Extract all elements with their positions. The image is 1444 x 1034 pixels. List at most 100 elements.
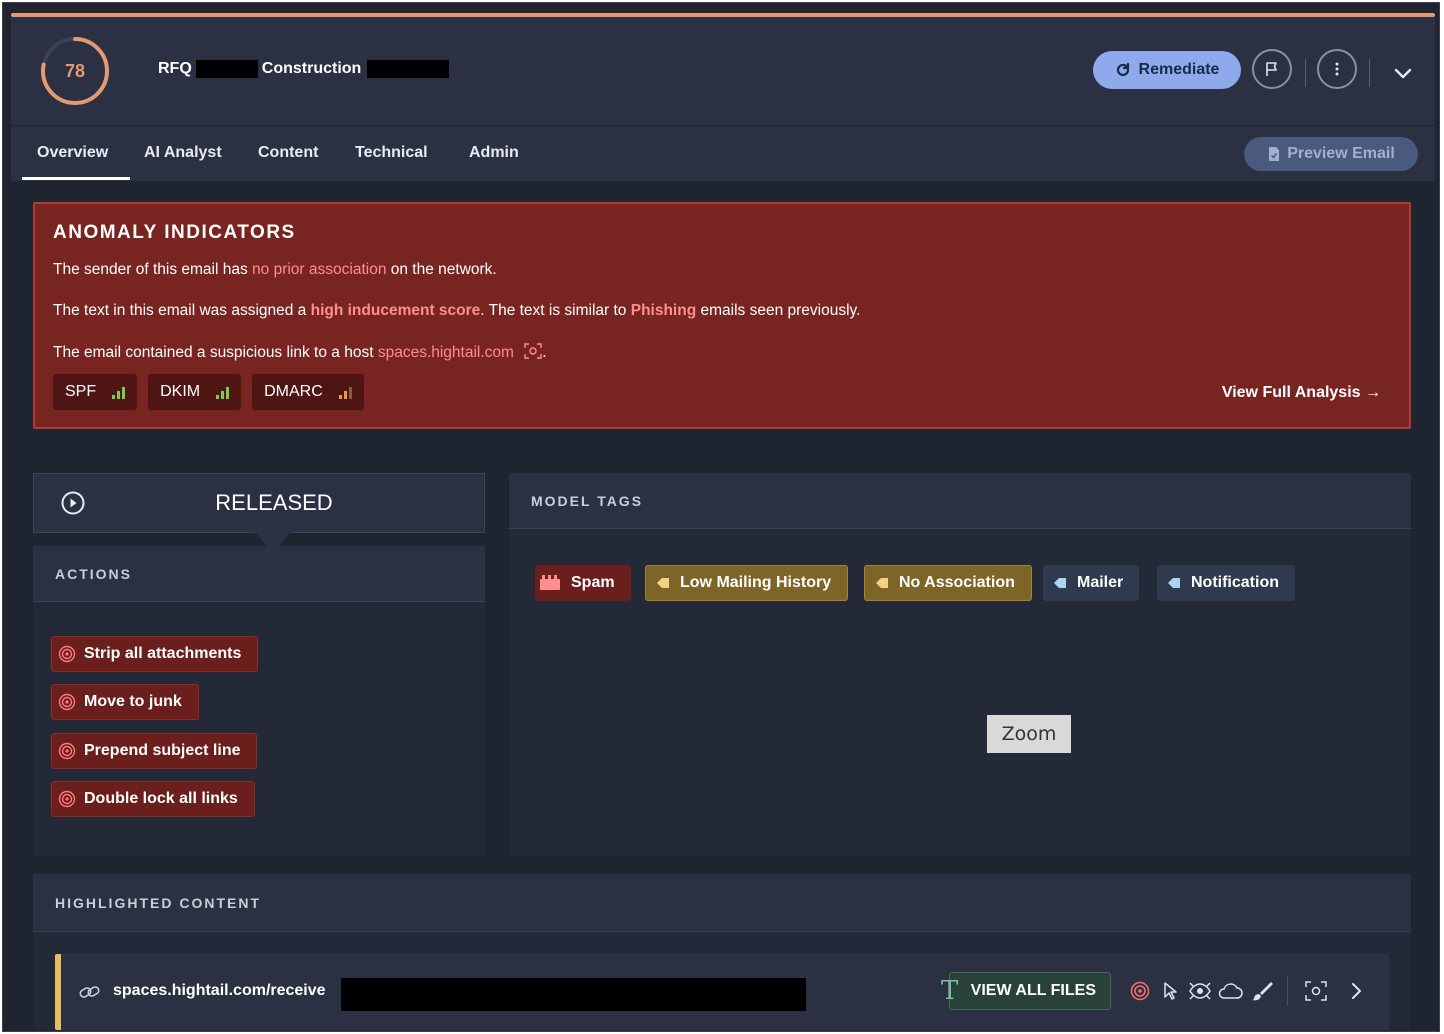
tag-icon xyxy=(657,578,669,588)
action-label: Strip all attachments xyxy=(84,645,242,662)
highlighted-content-panel: HIGHLIGHTED CONTENT spaces.hightail.com/… xyxy=(33,874,1411,1031)
cloud-icon[interactable] xyxy=(1217,978,1243,1004)
signal-bars-icon xyxy=(216,385,230,399)
tag-label: Notification xyxy=(1191,574,1279,591)
action-prepend-subject[interactable]: Prepend subject line xyxy=(51,733,258,769)
suspicious-host-link[interactable]: spaces.hightail.com xyxy=(378,344,514,361)
action-label: Prepend subject line xyxy=(84,742,241,759)
chip-label: DMARC xyxy=(264,383,323,400)
divider xyxy=(1305,59,1306,87)
dmarc-chip[interactable]: DMARC xyxy=(252,374,364,410)
action-label: Double lock all links xyxy=(84,790,238,807)
flag-icon xyxy=(1266,62,1277,76)
tab-overview[interactable]: Overview xyxy=(37,144,108,162)
tag-no-association[interactable]: No Association xyxy=(864,565,1032,601)
text: emails seen previously. xyxy=(696,302,861,319)
subject-middle: Construction xyxy=(261,60,362,77)
tab-content[interactable]: Content xyxy=(258,144,318,162)
view-all-files-button[interactable]: VIEW ALL FILES xyxy=(949,972,1111,1010)
link-text: spaces.hightail.com/receive xyxy=(113,982,326,999)
spam-tag-icon xyxy=(540,575,560,590)
status-label: RELEASED xyxy=(215,490,333,515)
zoom-tooltip: Zoom xyxy=(987,715,1071,753)
tag-icon xyxy=(1054,578,1066,588)
actions-panel: ACTIONS Strip all attachments Move to ju… xyxy=(33,546,485,856)
text: The sender of this email has xyxy=(53,261,253,278)
screenshot-icon[interactable] xyxy=(1303,978,1329,1004)
text: on the network. xyxy=(386,261,497,278)
redacted-block xyxy=(195,60,258,78)
anomaly-title: ANOMALY INDICATORS xyxy=(53,222,296,243)
redacted-block xyxy=(341,978,806,1011)
refresh-icon xyxy=(1116,62,1129,77)
text: The text in this email was assigned a xyxy=(53,302,311,319)
chevron-down-icon[interactable] xyxy=(1391,61,1415,85)
link-icon xyxy=(79,986,100,998)
model-tags-header: MODEL TAGS xyxy=(509,473,1411,529)
subject-prefix: RFQ xyxy=(158,60,192,77)
view-full-analysis-link[interactable]: View Full Analysis → xyxy=(1222,384,1381,402)
tag-label: No Association xyxy=(899,574,1015,591)
active-tab-indicator xyxy=(22,177,130,180)
action-strip-attachments[interactable]: Strip all attachments xyxy=(51,636,259,672)
action-move-to-junk[interactable]: Move to junk xyxy=(51,684,199,720)
chip-label: SPF xyxy=(65,383,97,400)
brush-icon[interactable] xyxy=(1249,978,1275,1004)
cursor-icon[interactable] xyxy=(1157,978,1183,1004)
chevron-right-icon[interactable] xyxy=(1343,978,1369,1004)
spf-chip[interactable]: SPF xyxy=(53,374,138,410)
anomaly-line-association: The sender of this email has no prior as… xyxy=(53,261,497,279)
target-icon xyxy=(58,693,76,711)
tag-label: Low Mailing History xyxy=(680,574,832,591)
detonate-icon[interactable] xyxy=(1187,978,1213,1004)
dkim-chip[interactable]: DKIM xyxy=(148,374,242,410)
tag-icon xyxy=(1168,578,1180,588)
auth-chips: SPF DKIM DMARC xyxy=(53,374,364,410)
target-icon xyxy=(58,742,76,760)
target-icon xyxy=(58,645,76,663)
tag-mailer[interactable]: Mailer xyxy=(1043,565,1140,601)
target-icon xyxy=(58,790,76,808)
action-double-lock-links[interactable]: Double lock all links xyxy=(51,781,255,817)
highlight-text: no prior association xyxy=(252,261,387,278)
preview-email-label: Preview Email xyxy=(1287,145,1395,162)
screenshot-icon[interactable] xyxy=(524,343,542,359)
redacted-block xyxy=(367,60,450,78)
remediate-button[interactable]: Remediate xyxy=(1093,51,1241,89)
text: . The text is similar to xyxy=(480,302,631,319)
tag-notification[interactable]: Notification xyxy=(1157,565,1295,601)
anomaly-line-inducement: The text in this email was assigned a hi… xyxy=(53,302,860,320)
actions-title: ACTIONS xyxy=(55,566,132,582)
tag-spam[interactable]: Spam xyxy=(535,565,631,601)
document-icon xyxy=(1269,147,1280,161)
tab-technical[interactable]: Technical xyxy=(355,144,428,162)
signal-bars-icon xyxy=(112,385,126,399)
more-options-button[interactable] xyxy=(1317,49,1357,89)
text-tool-icon: T xyxy=(941,976,959,1006)
highlighted-link-row: spaces.hightail.com/receive VIEW ALL FIL… xyxy=(55,954,1389,1030)
tab-ai-analyst[interactable]: AI Analyst xyxy=(144,144,222,162)
divider xyxy=(1369,59,1370,87)
email-detail-window: 78 RFQ Construction Remediate Overview A… xyxy=(2,2,1440,1032)
highlighted-content-title: HIGHLIGHTED CONTENT xyxy=(55,895,261,911)
tag-low-mailing-history[interactable]: Low Mailing History xyxy=(645,565,849,601)
text: . xyxy=(542,344,547,361)
highlighted-content-header: HIGHLIGHTED CONTENT xyxy=(33,874,1411,932)
tag-icon xyxy=(876,578,888,588)
preview-email-button[interactable]: Preview Email xyxy=(1244,137,1418,171)
tab-admin[interactable]: Admin xyxy=(469,144,519,162)
chip-label: DKIM xyxy=(160,383,201,400)
model-tags-panel: MODEL TAGS Spam Low Mailing History No A… xyxy=(509,473,1411,856)
highlight-text: Phishing xyxy=(630,302,697,319)
remediate-label: Remediate xyxy=(1138,61,1220,78)
highlighted-link-text[interactable]: spaces.hightail.com/receive xyxy=(113,982,326,1000)
flag-button[interactable] xyxy=(1252,49,1292,89)
text: The email contained a suspicious link to… xyxy=(53,344,378,361)
threat-score-ring: 78 xyxy=(39,35,111,107)
tag-label: Mailer xyxy=(1077,574,1124,591)
highlight-text: high inducement score xyxy=(310,302,481,319)
email-header: 78 RFQ Construction Remediate xyxy=(11,17,1435,125)
more-vertical-icon xyxy=(1335,62,1339,76)
view-files-label: VIEW ALL FILES xyxy=(970,982,1096,999)
target-icon[interactable] xyxy=(1127,978,1153,1004)
